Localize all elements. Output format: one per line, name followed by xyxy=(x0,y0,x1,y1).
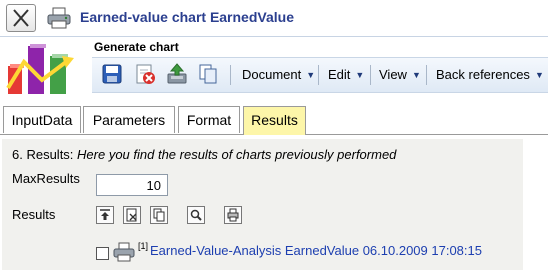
max-results-input[interactable] xyxy=(96,174,168,196)
menu-document[interactable]: Document ▼ xyxy=(242,67,315,82)
copy-result-button[interactable] xyxy=(150,206,168,224)
tab-bar: InputData Parameters Format Results xyxy=(0,104,548,135)
menu-label: Edit xyxy=(328,67,351,82)
tab-inputdata[interactable]: InputData xyxy=(3,106,81,133)
printer-icon xyxy=(47,7,71,29)
caret-down-icon: ▼ xyxy=(306,70,316,80)
toolbar-separator xyxy=(370,65,371,85)
menu-label: Document xyxy=(242,67,302,82)
toolbar-separator xyxy=(426,65,427,85)
upload-button[interactable] xyxy=(166,63,188,85)
menu-view[interactable]: View ▼ xyxy=(379,67,421,82)
results-panel: 6. Results: Here you find the results of… xyxy=(2,139,523,270)
caret-down-icon: ▼ xyxy=(355,70,365,80)
tab-parameters[interactable]: Parameters xyxy=(83,106,175,133)
menu-back-references[interactable]: Back references ▼ xyxy=(436,67,544,82)
save-icon xyxy=(102,64,122,84)
chart-logo xyxy=(2,40,88,96)
delete-icon xyxy=(136,64,155,84)
app-window: Earned-value chart EarnedValue Generate … xyxy=(0,0,548,270)
copy-icon xyxy=(199,64,217,84)
copy-icon xyxy=(153,208,165,222)
export-icon xyxy=(100,209,110,220)
tab-format[interactable]: Format xyxy=(178,106,240,133)
close-icon xyxy=(13,9,29,27)
print-results-button[interactable] xyxy=(224,206,242,224)
printer-icon xyxy=(113,242,135,262)
menu-label: Back references xyxy=(436,67,530,82)
toolbar-area: Generate chart Document ▼ Edit ▼ View ▼ … xyxy=(0,37,548,100)
max-results-label: MaxResults xyxy=(12,171,80,186)
save-button[interactable] xyxy=(101,63,123,85)
results-label: Results xyxy=(12,207,56,222)
result-checkbox[interactable] xyxy=(96,247,109,260)
copy-button[interactable] xyxy=(197,63,219,85)
remove-button[interactable] xyxy=(123,206,141,224)
search-button[interactable] xyxy=(187,206,205,224)
section-label: Generate chart xyxy=(94,40,179,54)
caret-down-icon: ▼ xyxy=(411,70,421,80)
search-icon xyxy=(190,209,202,221)
menu-label: View xyxy=(379,67,407,82)
window-title: Earned-value chart EarnedValue xyxy=(80,9,294,25)
upload-icon xyxy=(167,63,187,84)
bar-chart-logo-icon xyxy=(6,44,74,94)
remove-icon xyxy=(126,208,137,222)
result-print-button[interactable] xyxy=(112,241,136,263)
title-bar: Earned-value chart EarnedValue xyxy=(0,0,548,37)
close-button[interactable] xyxy=(6,4,36,32)
panel-heading: 6. Results: Here you find the results of… xyxy=(12,147,396,162)
export-button[interactable] xyxy=(96,206,114,224)
tab-results[interactable]: Results xyxy=(243,106,306,135)
print-icon xyxy=(227,208,239,222)
delete-button[interactable] xyxy=(134,63,156,85)
menu-edit[interactable]: Edit ▼ xyxy=(328,67,364,82)
result-footnote: [1] xyxy=(138,241,149,251)
caret-down-icon: ▼ xyxy=(534,70,544,80)
main-toolbar: Document ▼ Edit ▼ View ▼ Back references ▼ xyxy=(92,57,548,93)
heading-prefix: 6. Results: xyxy=(12,147,78,162)
result-link[interactable]: Earned-Value-Analysis EarnedValue 06.10.… xyxy=(150,243,482,258)
toolbar-separator xyxy=(230,65,231,85)
print-button[interactable] xyxy=(46,6,72,30)
heading-description: Here you find the results of charts prev… xyxy=(77,147,397,162)
toolbar-separator xyxy=(318,65,319,85)
